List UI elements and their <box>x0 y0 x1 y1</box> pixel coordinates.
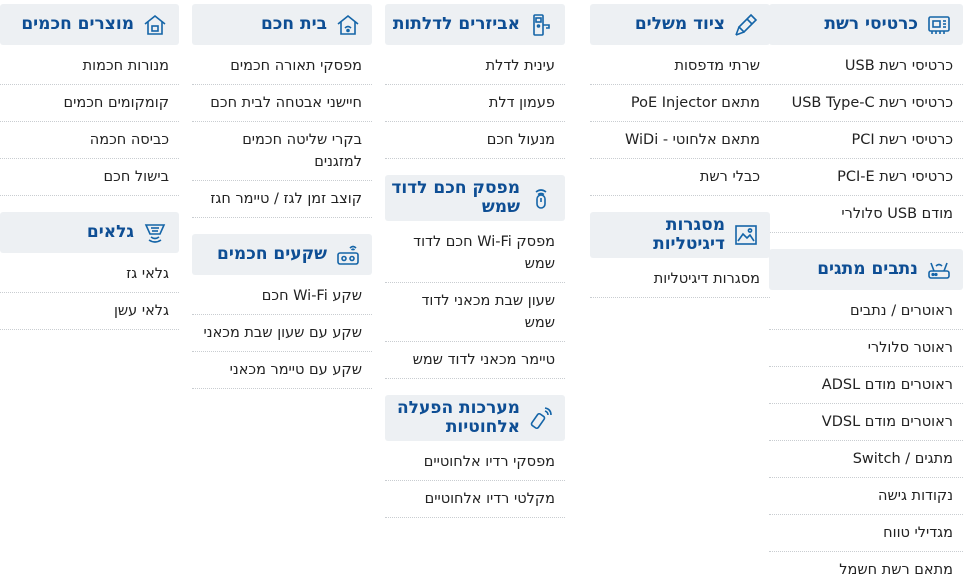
category-header-detectors[interactable]: גלאים <box>0 212 179 253</box>
smart-products-icon <box>141 11 169 39</box>
category-header-network-cards[interactable]: כרטיסי רשת <box>769 4 963 45</box>
category-items-door-accessories: עינית לדלת פעמון דלת מנעול חכם <box>385 48 565 159</box>
category-menu: כרטיסי רשת כרטיסי רשת USB כרטיסי רשת USB… <box>0 0 963 585</box>
category-items-wireless-systems: מפסקי רדיו אלחוטיים מקלטי רדיו אלחוטיים <box>385 444 565 518</box>
detector-icon <box>141 219 169 247</box>
category-header-door-accessories[interactable]: אביזרים לדלתות <box>385 4 565 45</box>
category-title: שקעים חכמים <box>217 244 327 264</box>
category-title: גלאים <box>86 222 134 242</box>
menu-link[interactable]: מגדילי טווח <box>769 515 963 552</box>
menu-link[interactable]: מתאם PoE Injector <box>590 85 770 122</box>
category-header-water-heater-switch[interactable]: מפסק חכם לדוד שמש <box>385 175 565 221</box>
menu-link[interactable]: שקע עם שעון שבת מכאני <box>192 315 372 352</box>
smart-home-icon <box>334 11 362 39</box>
menu-link[interactable]: קוצב זמן לגז / טיימר חגז <box>192 181 372 218</box>
menu-link[interactable]: מתאם רשת חשמל <box>769 552 963 585</box>
menu-link[interactable]: כרטיסי רשת PCI-E <box>769 159 963 196</box>
category-header-routers-switches[interactable]: נתבים מתגים <box>769 249 963 290</box>
category-title: כרטיסי רשת <box>824 14 918 34</box>
menu-link[interactable]: כרטיסי רשת PCI <box>769 122 963 159</box>
menu-link[interactable]: טיימר מכאני לדוד שמש <box>385 342 565 379</box>
picture-frame-icon <box>732 221 760 249</box>
menu-link[interactable]: מסגרות דיגיטליות <box>590 261 770 298</box>
menu-link[interactable]: בישול חכם <box>0 159 179 196</box>
menu-link[interactable]: ראוטר סלולרי <box>769 330 963 367</box>
menu-column-3: אביזרים לדלתות עינית לדלת פעמון דלת מנעו… <box>385 4 565 518</box>
menu-link[interactable]: כביסה חכמה <box>0 122 179 159</box>
smart-plug-icon <box>334 241 362 269</box>
menu-link[interactable]: מנורות חכמות <box>0 48 179 85</box>
menu-link[interactable]: מפסקי תאורה חכמים <box>192 48 372 85</box>
menu-link[interactable]: מודם USB סלולרי <box>769 196 963 233</box>
menu-column-1: כרטיסי רשת כרטיסי רשת USB כרטיסי רשת USB… <box>769 4 963 585</box>
category-header-smart-products[interactable]: מוצרים חכמים <box>0 4 179 45</box>
menu-link[interactable]: שקע Wi-Fi חכם <box>192 278 372 315</box>
menu-link[interactable]: גלאי גז <box>0 256 179 293</box>
menu-column-4: בית חכם מפסקי תאורה חכמים חיישני אבטחה ל… <box>192 4 372 389</box>
category-title: מערכות הפעלה אלחוטיות <box>396 398 520 437</box>
menu-link[interactable]: שקע עם טיימר מכאני <box>192 352 372 389</box>
category-title: מסגרות דיגיטליות <box>653 215 725 254</box>
category-items-routers-switches: ראוטרים / נתבים ראוטר סלולרי ראוטרים מוד… <box>769 293 963 585</box>
category-items-smart-plugs: שקע Wi-Fi חכם שקע עם שעון שבת מכאני שקע … <box>192 278 372 389</box>
menu-link[interactable]: מפסקי רדיו אלחוטיים <box>385 444 565 481</box>
menu-link[interactable]: כבלי רשת <box>590 159 770 196</box>
category-header-smart-home[interactable]: בית חכם <box>192 4 372 45</box>
menu-link[interactable]: כרטיסי רשת USB Type-C <box>769 85 963 122</box>
tools-icon <box>732 11 760 39</box>
menu-link[interactable]: כרטיסי רשת USB <box>769 48 963 85</box>
menu-link[interactable]: מפסק Wi-Fi חכם לדוד שמש <box>385 224 565 283</box>
menu-link[interactable]: קומקומים חכמים <box>0 85 179 122</box>
category-title: ציוד משלים <box>634 14 725 34</box>
category-header-digital-frames[interactable]: מסגרות דיגיטליות <box>590 212 770 258</box>
category-header-smart-plugs[interactable]: שקעים חכמים <box>192 234 372 275</box>
menu-link[interactable]: בקרי שליטה חכמים למזגנים <box>192 122 372 181</box>
category-items-digital-frames: מסגרות דיגיטליות <box>590 261 770 298</box>
water-heater-switch-icon <box>527 184 555 212</box>
remote-control-icon <box>527 404 555 432</box>
menu-link[interactable]: מקלטי רדיו אלחוטיים <box>385 481 565 518</box>
menu-link[interactable]: גלאי עשן <box>0 293 179 330</box>
menu-link[interactable]: ראוטרים מודם VDSL <box>769 404 963 441</box>
category-items-smart-home: מפסקי תאורה חכמים חיישני אבטחה לבית חכם … <box>192 48 372 218</box>
menu-column-5: מוצרים חכמים מנורות חכמות קומקומים חכמים… <box>0 4 179 330</box>
network-card-icon <box>925 11 953 39</box>
router-icon <box>925 256 953 284</box>
menu-link[interactable]: מתאם אלחוטי - WiDi <box>590 122 770 159</box>
category-items-water-heater-switch: מפסק Wi-Fi חכם לדוד שמש שעון שבת מכאני ל… <box>385 224 565 379</box>
category-title: אביזרים לדלתות <box>392 14 520 34</box>
menu-link[interactable]: נקודות גישה <box>769 478 963 515</box>
category-title: נתבים מתגים <box>817 259 918 279</box>
category-title: מוצרים חכמים <box>21 14 134 34</box>
menu-link[interactable]: פעמון דלת <box>385 85 565 122</box>
category-items-detectors: גלאי גז גלאי עשן <box>0 256 179 330</box>
category-header-accessories[interactable]: ציוד משלים <box>590 4 770 45</box>
category-items-accessories: שרתי מדפסות מתאם PoE Injector מתאם אלחוט… <box>590 48 770 196</box>
menu-link[interactable]: שרתי מדפסות <box>590 48 770 85</box>
category-title: מפסק חכם לדוד שמש <box>391 178 520 217</box>
menu-column-2: ציוד משלים שרתי מדפסות מתאם PoE Injector… <box>590 4 770 298</box>
category-items-smart-products: מנורות חכמות קומקומים חכמים כביסה חכמה ב… <box>0 48 179 196</box>
menu-link[interactable]: שעון שבת מכאני לדוד שמש <box>385 283 565 342</box>
category-title: בית חכם <box>260 14 327 34</box>
menu-link[interactable]: מתגים / Switch <box>769 441 963 478</box>
menu-link[interactable]: ראוטרים / נתבים <box>769 293 963 330</box>
category-header-wireless-systems[interactable]: מערכות הפעלה אלחוטיות <box>385 395 565 441</box>
menu-link[interactable]: חיישני אבטחה לבית חכם <box>192 85 372 122</box>
menu-link[interactable]: עינית לדלת <box>385 48 565 85</box>
menu-link[interactable]: ראוטרים מודם ADSL <box>769 367 963 404</box>
category-items-network-cards: כרטיסי רשת USB כרטיסי רשת USB Type-C כרט… <box>769 48 963 233</box>
door-lock-icon <box>527 11 555 39</box>
menu-link[interactable]: מנעול חכם <box>385 122 565 159</box>
